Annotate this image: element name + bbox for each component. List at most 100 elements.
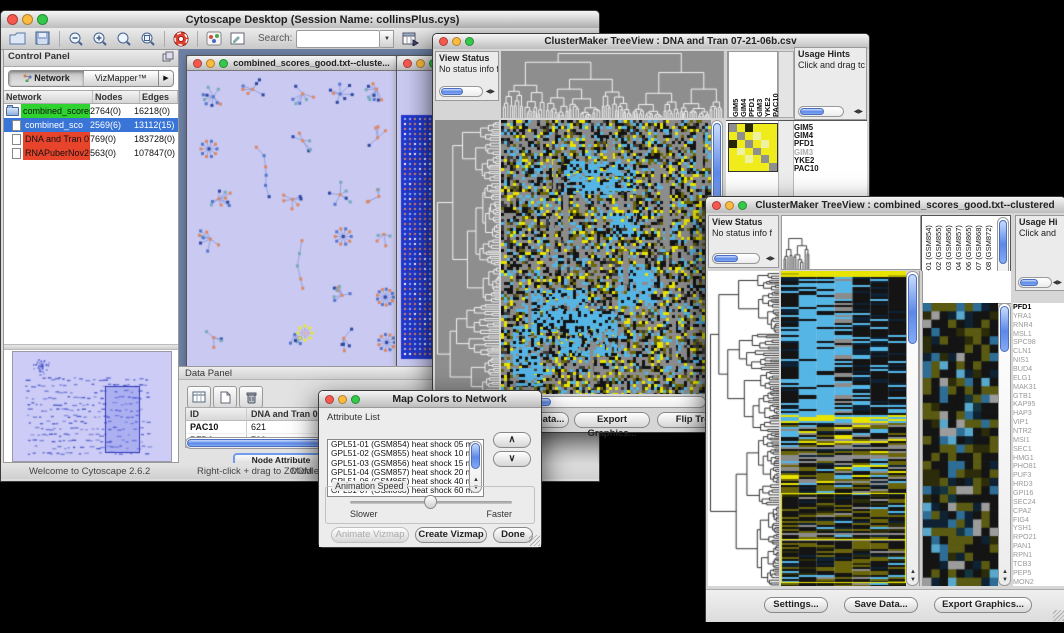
new-network-icon[interactable]	[206, 31, 222, 46]
zoom-button[interactable]	[351, 395, 360, 404]
settings-button[interactable]: Settings...	[764, 597, 828, 613]
global-heatmap-vscrollbar[interactable]: ▲▼	[906, 271, 919, 586]
gene-label[interactable]: HRD3	[1013, 480, 1064, 488]
gene-label[interactable]: RPO21	[1013, 533, 1064, 541]
slider-thumb[interactable]	[424, 495, 437, 509]
zoom-selected-icon[interactable]	[140, 31, 156, 47]
gene-label[interactable]: PAN1	[1013, 542, 1064, 550]
minimize-button[interactable]	[206, 59, 215, 68]
network-row[interactable]: combined_scores 2764(0) 16218(0)	[4, 104, 178, 118]
animate-vizmap-button[interactable]: Animate Vizmap	[331, 527, 409, 543]
row-dendrogram[interactable]	[708, 271, 779, 586]
gene-label[interactable]: KAP95	[1013, 400, 1064, 408]
done-button[interactable]: Done	[493, 527, 533, 543]
float-panel-icon[interactable]	[162, 51, 174, 62]
cytoscape-titlebar[interactable]: Cytoscape Desktop (Session Name: collins…	[1, 11, 599, 29]
create-vizmap-button[interactable]: Create Vizmap	[415, 527, 487, 543]
close-button[interactable]	[712, 201, 721, 210]
splitter[interactable]	[778, 51, 794, 118]
zoom-out-icon[interactable]	[68, 31, 84, 47]
gene-label[interactable]: YSH1	[1013, 524, 1064, 532]
close-button[interactable]	[193, 59, 202, 68]
gene-label[interactable]: RPN1	[1013, 551, 1064, 559]
zoom-fit-icon[interactable]	[116, 31, 132, 47]
row-dendrogram[interactable]	[435, 120, 499, 394]
close-button[interactable]	[439, 37, 448, 46]
gene-label[interactable]: VIP1	[1013, 418, 1064, 426]
gene-label[interactable]: MSI1	[1013, 436, 1064, 444]
gene-label[interactable]: CPA2	[1013, 507, 1064, 515]
gene-label[interactable]: GTB1	[1013, 392, 1064, 400]
gene-label[interactable]: BUD4	[1013, 365, 1064, 373]
scroll-arrows[interactable]: ◀▶	[1053, 280, 1062, 286]
import-table-icon[interactable]	[402, 31, 419, 46]
export-graphics-button[interactable]: Export Graphics...	[934, 597, 1032, 613]
gene-label[interactable]: ELG1	[1013, 374, 1064, 382]
minimize-button[interactable]	[416, 59, 425, 68]
open-file-icon[interactable]	[9, 31, 27, 46]
gene-label[interactable]: MON2	[1013, 578, 1064, 586]
network-view-titlebar[interactable]: combined_scores_good.txt--cluste...	[187, 56, 397, 71]
network-row[interactable]: DNA and Tran 07 769(0) 183728(0)	[4, 132, 178, 146]
treeview2-titlebar[interactable]: ClusterMaker TreeView : combined_scores_…	[706, 197, 1064, 214]
close-button[interactable]	[325, 395, 334, 404]
resize-grip[interactable]	[1053, 610, 1064, 621]
export-graphics-button[interactable]: Export Graphics...	[574, 412, 650, 428]
gene-label[interactable]: HMG1	[1013, 454, 1064, 462]
move-up-button[interactable]: ∧	[493, 432, 531, 448]
column-label[interactable]: GIM4	[739, 52, 747, 117]
gene-label[interactable]: GPI16	[1013, 489, 1064, 497]
new-attribute-icon[interactable]	[213, 386, 237, 408]
close-button[interactable]	[403, 59, 412, 68]
minimize-button[interactable]	[338, 395, 347, 404]
column-label[interactable]: GIM3	[755, 52, 763, 117]
gene-label[interactable]: MSL1	[1013, 330, 1064, 338]
column-label[interactable]: YKE2	[763, 52, 771, 117]
gene-label[interactable]: CLN1	[1013, 347, 1064, 355]
tab-vizmapper[interactable]: VizMapper™	[84, 71, 159, 86]
gene-label[interactable]: SEC1	[1013, 445, 1064, 453]
zoom-in-icon[interactable]	[92, 31, 108, 47]
usage-hints-scrollbar[interactable]	[1018, 277, 1052, 288]
minimize-button[interactable]	[725, 201, 734, 210]
close-button[interactable]	[7, 14, 18, 25]
gene-label[interactable]: TCB3	[1013, 560, 1064, 568]
zoom-button[interactable]	[465, 37, 474, 46]
minimize-button[interactable]	[22, 14, 33, 25]
search-input[interactable]	[296, 30, 380, 48]
column-label[interactable]: PFD1	[747, 52, 755, 117]
view-status-scrollbar[interactable]	[439, 86, 483, 97]
gene-label[interactable]: NIS1	[1013, 356, 1064, 364]
zoom-button[interactable]	[738, 201, 747, 210]
gene-label[interactable]: RNR4	[1013, 321, 1064, 329]
save-data-button[interactable]: Save Data...	[844, 597, 918, 613]
column-dendrogram[interactable]	[501, 51, 723, 118]
tab-network[interactable]: Network	[9, 71, 84, 86]
attribute-select-icon[interactable]	[187, 386, 211, 408]
gene-label[interactable]: HAP3	[1013, 409, 1064, 417]
gene-label[interactable]: SPC98	[1013, 338, 1064, 346]
gene-label[interactable]: MAK31	[1013, 383, 1064, 391]
resize-grip[interactable]	[529, 535, 540, 546]
zoom-button[interactable]	[219, 59, 228, 68]
zoomed-heatmap[interactable]	[923, 303, 998, 586]
column-dendrogram[interactable]	[781, 215, 921, 270]
zoom-button[interactable]	[37, 14, 48, 25]
search-dropdown-icon[interactable]: ▼	[380, 30, 394, 48]
network-canvas[interactable]	[187, 71, 395, 366]
panel-splitter[interactable]	[4, 344, 178, 350]
zoomed-heatmap-vscrollbar[interactable]: ▲▼	[998, 303, 1011, 586]
network-row[interactable]: combined_sco 2569(6) 13112(15)	[4, 118, 178, 132]
network-row[interactable]: RNAPuberNov2+ 563(0) 107847(0)	[4, 146, 178, 160]
move-down-button[interactable]: ∨	[493, 451, 531, 467]
annotation-icon[interactable]	[230, 31, 246, 46]
gene-label[interactable]: PFD1	[1013, 303, 1064, 311]
main-heatmap[interactable]	[501, 120, 711, 394]
view-status-scrollbar[interactable]	[712, 253, 760, 264]
similarity-matrix[interactable]	[728, 123, 778, 172]
gene-label[interactable]: PEP5	[1013, 569, 1064, 577]
gene-label[interactable]: PUF3	[1013, 471, 1064, 479]
scroll-arrows[interactable]: ◀▶	[766, 256, 775, 262]
dialog-titlebar[interactable]: Map Colors to Network	[319, 391, 541, 408]
scroll-arrows[interactable]: ◀▶	[486, 89, 495, 95]
